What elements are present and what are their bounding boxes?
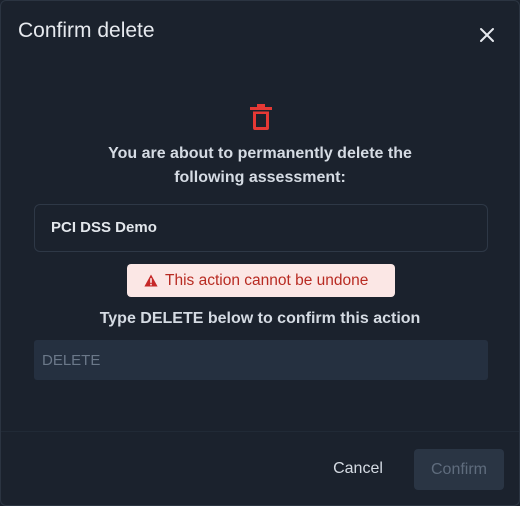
warning-banner: This action cannot be undone — [127, 264, 395, 297]
delete-confirm-input[interactable] — [34, 340, 488, 380]
warning-triangle-icon — [144, 274, 158, 287]
warning-text: This action cannot be undone — [165, 271, 369, 289]
trash-icon — [250, 104, 272, 130]
close-icon — [480, 28, 494, 42]
delete-message-line2: following assessment: — [174, 169, 346, 186]
dialog-title: Confirm delete — [18, 19, 155, 42]
assessment-name: PCI DSS Demo — [51, 219, 157, 236]
footer-divider — [1, 431, 519, 432]
confirm-delete-dialog: Confirm delete You are about to permanen… — [0, 0, 520, 506]
confirm-instruction: Type DELETE below to confirm this action — [99, 310, 421, 327]
cancel-button[interactable]: Cancel — [321, 449, 395, 489]
confirm-button[interactable]: Confirm — [414, 449, 504, 490]
assessment-name-box: PCI DSS Demo — [34, 204, 488, 252]
delete-message-line1: You are about to permanently delete the — [108, 145, 412, 162]
close-button[interactable] — [475, 23, 499, 47]
